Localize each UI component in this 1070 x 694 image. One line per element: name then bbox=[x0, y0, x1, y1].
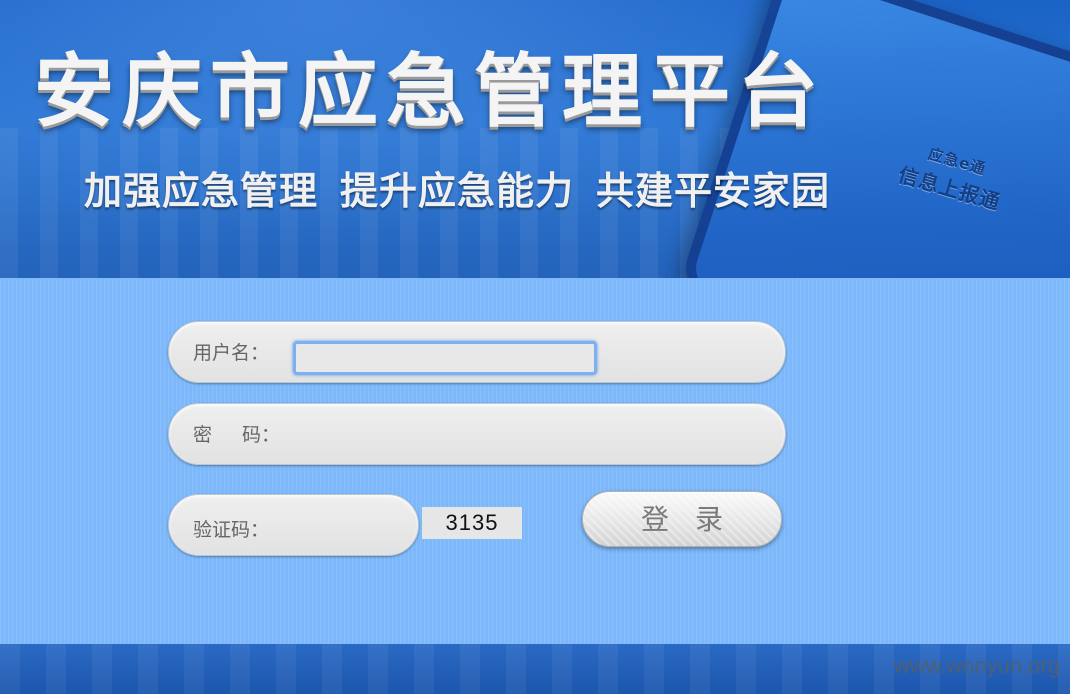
password-label: 密 码： bbox=[193, 404, 280, 466]
smartphone-graphic bbox=[676, 0, 1070, 278]
footer-bar: www.wooyun.org bbox=[0, 644, 1070, 694]
password-label-part-2: 码： bbox=[242, 424, 281, 446]
username-row: 用户名： bbox=[168, 321, 786, 383]
site-title: 安庆市应急管理平台 bbox=[34, 45, 826, 138]
slogan-part-2: 提升应急能力 bbox=[340, 169, 575, 213]
header-banner: 应急e通 信息上报通 安庆市应急管理平台 加强应急管理 提升应急能力 共建平安家园 bbox=[0, 0, 1070, 278]
captcha-input[interactable] bbox=[279, 509, 399, 543]
password-row: 密 码： bbox=[168, 403, 786, 465]
captcha-image[interactable]: 3135 bbox=[422, 507, 522, 539]
username-label: 用户名： bbox=[193, 342, 270, 364]
slogan-part-1: 加强应急管理 bbox=[84, 169, 319, 213]
watermark-text: www.wooyun.org bbox=[893, 653, 1060, 678]
password-label-part-1: 密 bbox=[193, 424, 213, 446]
password-input[interactable] bbox=[281, 418, 761, 452]
captcha-label: 验证码： bbox=[193, 519, 270, 541]
slogan-part-3: 共建平安家园 bbox=[596, 169, 831, 213]
captcha-row: 验证码： bbox=[168, 494, 419, 556]
username-input[interactable] bbox=[293, 341, 597, 375]
site-slogan: 加强应急管理 提升应急能力 共建平安家园 bbox=[84, 172, 852, 210]
login-button[interactable]: 登录 bbox=[582, 491, 782, 547]
login-form: 用户名： 密 码： 验证码： 3135 登录 bbox=[0, 278, 1070, 644]
